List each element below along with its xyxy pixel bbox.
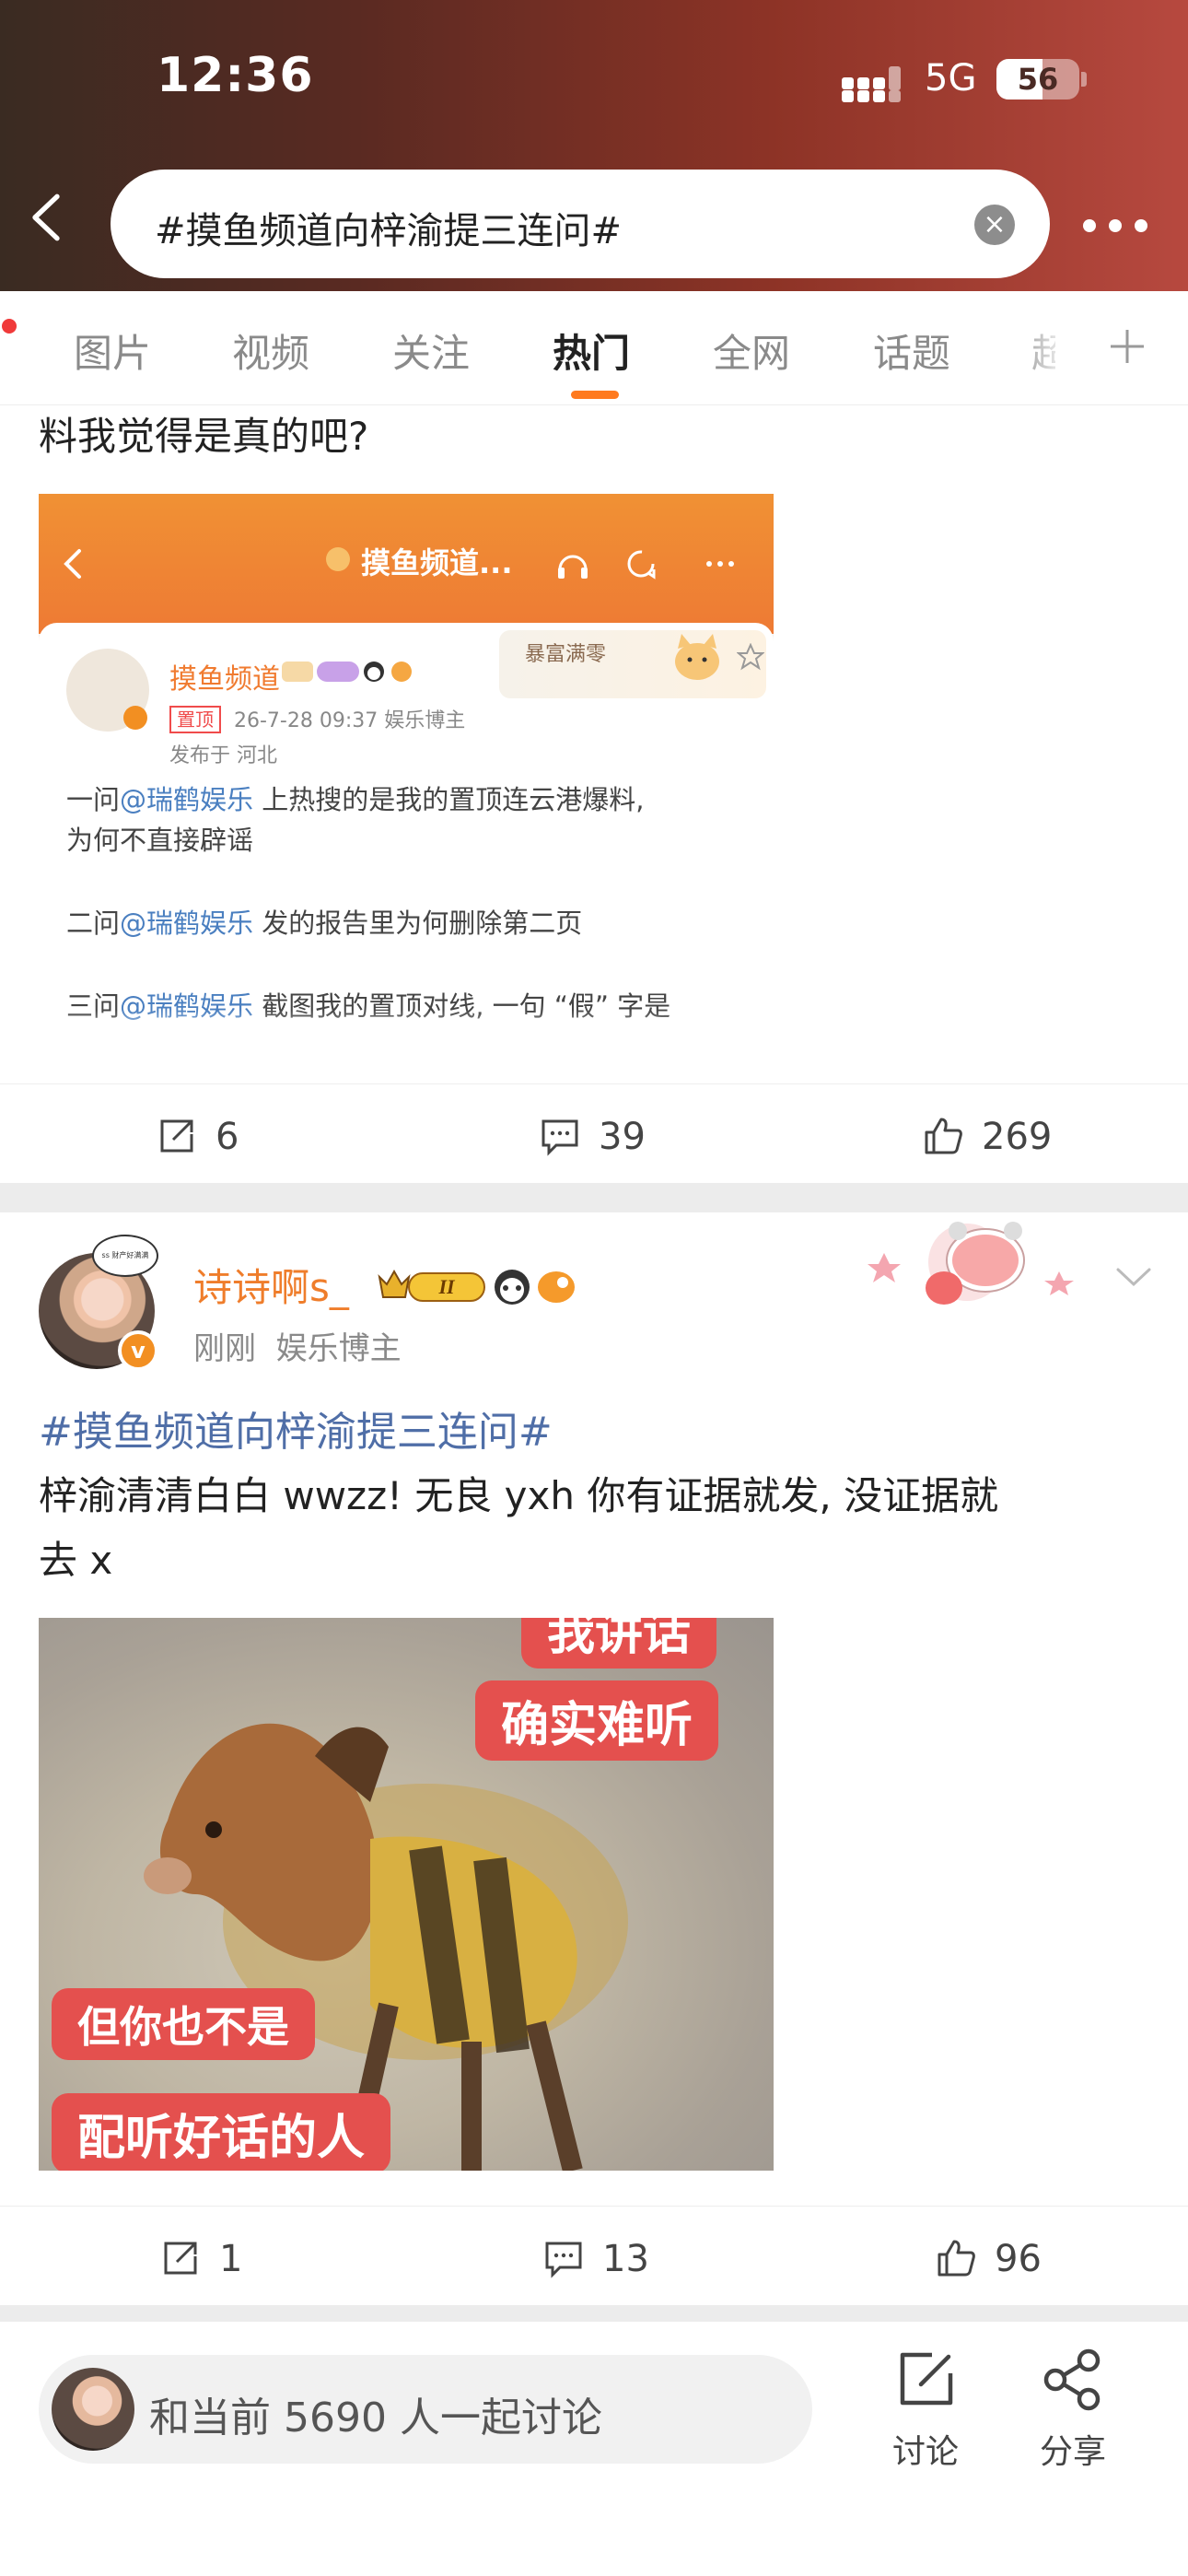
search-query: #摸鱼频道向梓渝提三连问# bbox=[155, 210, 623, 252]
post-time: 刚刚 bbox=[193, 1330, 256, 1367]
thumbs-up-icon bbox=[925, 1118, 962, 1154]
chevron-down-icon[interactable] bbox=[1114, 1264, 1153, 1292]
screenshot-fade bbox=[39, 1010, 774, 1047]
discuss-placeholder[interactable]: 和当前 5690 人一起讨论 bbox=[149, 2384, 602, 2443]
back-button[interactable] bbox=[28, 190, 83, 260]
svg-text:II: II bbox=[437, 1275, 456, 1298]
screenshot-meta: 26-7-28 09:37 娱乐博主 bbox=[234, 709, 466, 732]
active-tab-indicator bbox=[571, 391, 619, 399]
screenshot-location: 发布于 河北 bbox=[169, 744, 277, 767]
repost-icon bbox=[160, 1119, 193, 1153]
notification-dot bbox=[2, 319, 17, 334]
edit-icon bbox=[900, 2352, 953, 2406]
tab-videos[interactable]: 视频 bbox=[232, 322, 309, 379]
tab-images[interactable]: 图片 bbox=[74, 322, 151, 379]
username[interactable]: 诗诗啊s_ bbox=[193, 1257, 349, 1313]
tab-hot[interactable]: 热门 bbox=[553, 322, 630, 379]
screenshot-header: 摸鱼频道... bbox=[39, 494, 774, 634]
screenshot-line: 为何不直接辟谣 bbox=[66, 825, 254, 856]
repost-count: 6 bbox=[215, 1116, 239, 1158]
discuss-button[interactable]: 讨论 bbox=[875, 2346, 976, 2475]
post-body-line: 梓渝清清白白 wwzz! 无良 yxh 你有证据就发, 没证据就 bbox=[39, 1473, 999, 1518]
screenshot-username: 摸鱼频道 bbox=[169, 663, 280, 696]
cat-sticker-icon bbox=[675, 634, 719, 680]
screenshot-title: 摸鱼频道... bbox=[361, 545, 513, 580]
like-count: 269 bbox=[982, 1116, 1053, 1158]
comment-icon bbox=[542, 1119, 578, 1156]
tab-topics[interactable]: 话题 bbox=[873, 322, 950, 379]
share-icon bbox=[1043, 2348, 1101, 2411]
tab-following[interactable]: 关注 bbox=[392, 322, 470, 379]
post-image-meme[interactable]: 我讲话 确实难听 但你也不是 配听好话的人 bbox=[39, 1618, 774, 2171]
screenshot-line: 一问@瑞鹤娱乐 上热搜的是我的置顶连云港爆料, bbox=[66, 784, 645, 815]
avatar-bubble: ss 财产好满满 bbox=[92, 1235, 158, 1277]
more-icon bbox=[706, 561, 734, 567]
chevron-left-icon bbox=[64, 549, 81, 579]
sticker-text: 暴富满零 bbox=[525, 643, 607, 666]
discuss-label: 讨论 bbox=[891, 2433, 959, 2471]
thumbs-up-icon bbox=[938, 2240, 975, 2277]
channel-icon bbox=[326, 547, 350, 571]
headphones-icon bbox=[558, 555, 588, 579]
battery-level: 56 bbox=[1017, 62, 1059, 97]
badges-icon bbox=[282, 662, 412, 682]
comment-count: 13 bbox=[602, 2238, 649, 2280]
share-button[interactable]: 分享 bbox=[1022, 2346, 1124, 2475]
network-type: 5G bbox=[925, 57, 977, 100]
post-separator bbox=[0, 2305, 1188, 2322]
post-body-line: 去 x bbox=[39, 1538, 113, 1583]
strawberry-decoration-icon bbox=[868, 1222, 1074, 1305]
share-label: 分享 bbox=[1039, 2433, 1106, 2471]
comment-icon bbox=[545, 2242, 582, 2278]
tab-fade bbox=[1013, 291, 1068, 402]
post-actions: 1 13 96 bbox=[0, 2206, 1188, 2307]
add-tab-icon[interactable] bbox=[1109, 328, 1146, 365]
tab-bar: 图片 视频 关注 热门 全网 话题 超 bbox=[0, 291, 1188, 405]
screenshot-line: 二问@瑞鹤娱乐 发的报告里为何删除第二页 bbox=[66, 907, 583, 939]
topic-link[interactable]: #摸鱼频道向梓渝提三连问# bbox=[39, 1399, 553, 1458]
user-role: 娱乐博主 bbox=[275, 1330, 402, 1367]
pinned-badge: 置顶 bbox=[169, 706, 221, 733]
meme-caption: 但你也不是 bbox=[52, 1988, 315, 2060]
post-image-screenshot[interactable]: 摸鱼频道... 摸鱼频道 置顶 26-7-28 09:37 娱乐博主 发布于 河… bbox=[39, 494, 774, 1047]
comment-count: 39 bbox=[599, 1116, 646, 1158]
meme-caption: 配听好话的人 bbox=[52, 2093, 391, 2171]
star-icon bbox=[737, 643, 764, 671]
signal-icon bbox=[842, 66, 906, 102]
like-count: 96 bbox=[995, 2238, 1042, 2280]
screenshot-card: 摸鱼频道 置顶 26-7-28 09:37 娱乐博主 发布于 河北 暴富满零 一… bbox=[39, 623, 774, 1047]
battery-cap bbox=[1081, 72, 1087, 87]
my-avatar bbox=[52, 2368, 134, 2451]
battery-icon: 56 bbox=[996, 59, 1079, 100]
header: 12:36 5G 56 #摸鱼频道向梓渝提三连问# × bbox=[0, 0, 1188, 291]
meme-caption: 确实难听 bbox=[475, 1680, 719, 1761]
post-text: 料我觉得是真的吧? bbox=[39, 414, 369, 459]
verified-icon: v bbox=[118, 1330, 158, 1371]
post-meta: 刚刚 娱乐博主 bbox=[193, 1323, 402, 1368]
post-actions: 6 39 269 bbox=[0, 1083, 1188, 1185]
tab-all-web[interactable]: 全网 bbox=[713, 322, 790, 379]
verified-icon bbox=[123, 706, 147, 730]
refresh-icon bbox=[627, 550, 656, 580]
status-time: 12:36 bbox=[157, 48, 314, 103]
more-options-button[interactable] bbox=[1083, 205, 1157, 245]
close-icon: × bbox=[983, 208, 1007, 240]
user-badges-icon: II bbox=[378, 1269, 575, 1305]
repost-icon bbox=[164, 2242, 197, 2275]
repost-count: 1 bbox=[219, 2238, 243, 2280]
search-input[interactable]: #摸鱼频道向梓渝提三连问# × bbox=[111, 170, 1050, 278]
clear-search-button[interactable]: × bbox=[974, 205, 1015, 245]
meme-caption: 我讲话 bbox=[521, 1618, 717, 1669]
chevron-left-icon bbox=[32, 193, 60, 241]
